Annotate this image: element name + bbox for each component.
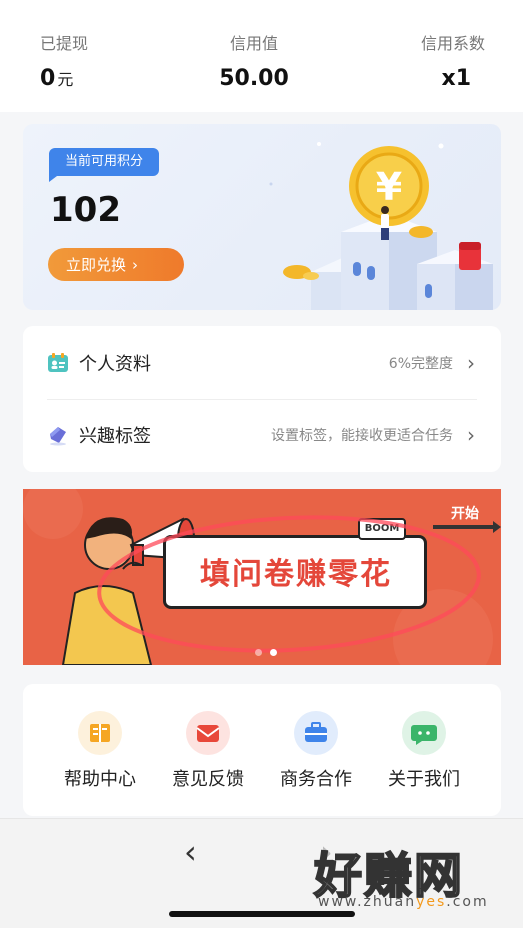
- services-card: 帮助中心 意见反馈 商务合作 关于我们: [23, 684, 501, 816]
- watermark-url-suffix: .com: [446, 894, 489, 910]
- chat-icon: [402, 711, 446, 755]
- business-cooperation-button[interactable]: 商务合作: [266, 711, 366, 791]
- points-card: 当前可用积分 102 立即兑换 › ¥: [23, 124, 501, 310]
- coefficient-label: 信用系数: [420, 34, 485, 53]
- mail-icon: [186, 711, 230, 755]
- feedback-button[interactable]: 意见反馈: [158, 711, 258, 791]
- carousel-dot-active[interactable]: [270, 649, 277, 656]
- personal-info-title: 个人资料: [79, 354, 151, 375]
- points-tag: 当前可用积分: [49, 148, 160, 182]
- credit-stat[interactable]: 信用值 50.00: [200, 30, 308, 91]
- stats-header: 已提现 0元 信用值 50.00 信用系数 x1: [0, 0, 523, 112]
- redeem-button[interactable]: 立即兑换 ›: [48, 248, 184, 281]
- withdrawn-label: 已提现: [40, 34, 89, 53]
- personal-info-hint: 6%完整度: [388, 356, 453, 372]
- chevron-right-icon: ›: [467, 423, 475, 447]
- watermark-url-prefix: www.zhuan: [318, 894, 417, 910]
- withdrawn-unit: 元: [57, 70, 74, 89]
- coin-podium-illustration: ¥: [269, 142, 493, 310]
- book-icon: [78, 711, 122, 755]
- redeem-label: 立即兑换: [66, 256, 127, 274]
- back-arrow-icon[interactable]: ‹: [184, 833, 197, 871]
- credit-value: 50.00: [219, 66, 289, 91]
- chevron-right-icon: ›: [132, 256, 139, 274]
- carousel-pagination: [251, 641, 281, 660]
- interest-tags-row[interactable]: 兴趣标签 设置标签，能接收更适合任务 ›: [23, 405, 501, 465]
- divider: [47, 399, 477, 400]
- profile-list-card: 个人资料 6%完整度 › 兴趣标签 设置标签，能接收更适合任务 ›: [23, 326, 501, 472]
- help-center-button[interactable]: 帮助中心: [50, 711, 150, 791]
- about-us-label: 关于我们: [388, 769, 460, 790]
- coefficient-stat[interactable]: 信用系数 x1: [421, 30, 485, 91]
- credit-label: 信用值: [229, 34, 278, 53]
- hand-drawn-circle-annotation: [97, 515, 481, 653]
- business-cooperation-label: 商务合作: [280, 769, 352, 790]
- briefcase-icon: [294, 711, 338, 755]
- svg-text:¥: ¥: [376, 165, 402, 209]
- coefficient-value: x1: [441, 66, 472, 91]
- id-card-icon: [48, 353, 68, 372]
- help-center-label: 帮助中心: [64, 769, 136, 790]
- points-value: 102: [50, 190, 121, 230]
- about-us-button[interactable]: 关于我们: [374, 711, 474, 791]
- withdrawn-value: 0元: [40, 66, 88, 91]
- watermark-url: www.zhuanyes.com: [318, 894, 489, 910]
- interest-tags-title: 兴趣标签: [79, 426, 151, 447]
- carousel-dot[interactable]: [255, 649, 262, 656]
- withdrawn-amount: 0: [40, 66, 56, 91]
- interest-tags-hint: 设置标签，能接收更适合任务: [271, 428, 453, 444]
- feedback-label: 意见反馈: [172, 769, 244, 790]
- personal-info-row[interactable]: 个人资料 6%完整度 ›: [23, 333, 501, 393]
- profile-page: 已提现 0元 信用值 50.00 信用系数 x1 当前可用积分 102 立即兑换…: [0, 0, 523, 928]
- tag-icon: [50, 427, 66, 446]
- withdrawn-stat[interactable]: 已提现 0元: [40, 30, 88, 91]
- survey-banner[interactable]: BOOM 填问卷赚零花 开始: [23, 489, 501, 665]
- site-watermark: 好赚网 www.zhuanyes.com: [313, 836, 514, 916]
- chevron-right-icon: ›: [467, 351, 475, 375]
- watermark-url-highlight: yes: [416, 894, 447, 910]
